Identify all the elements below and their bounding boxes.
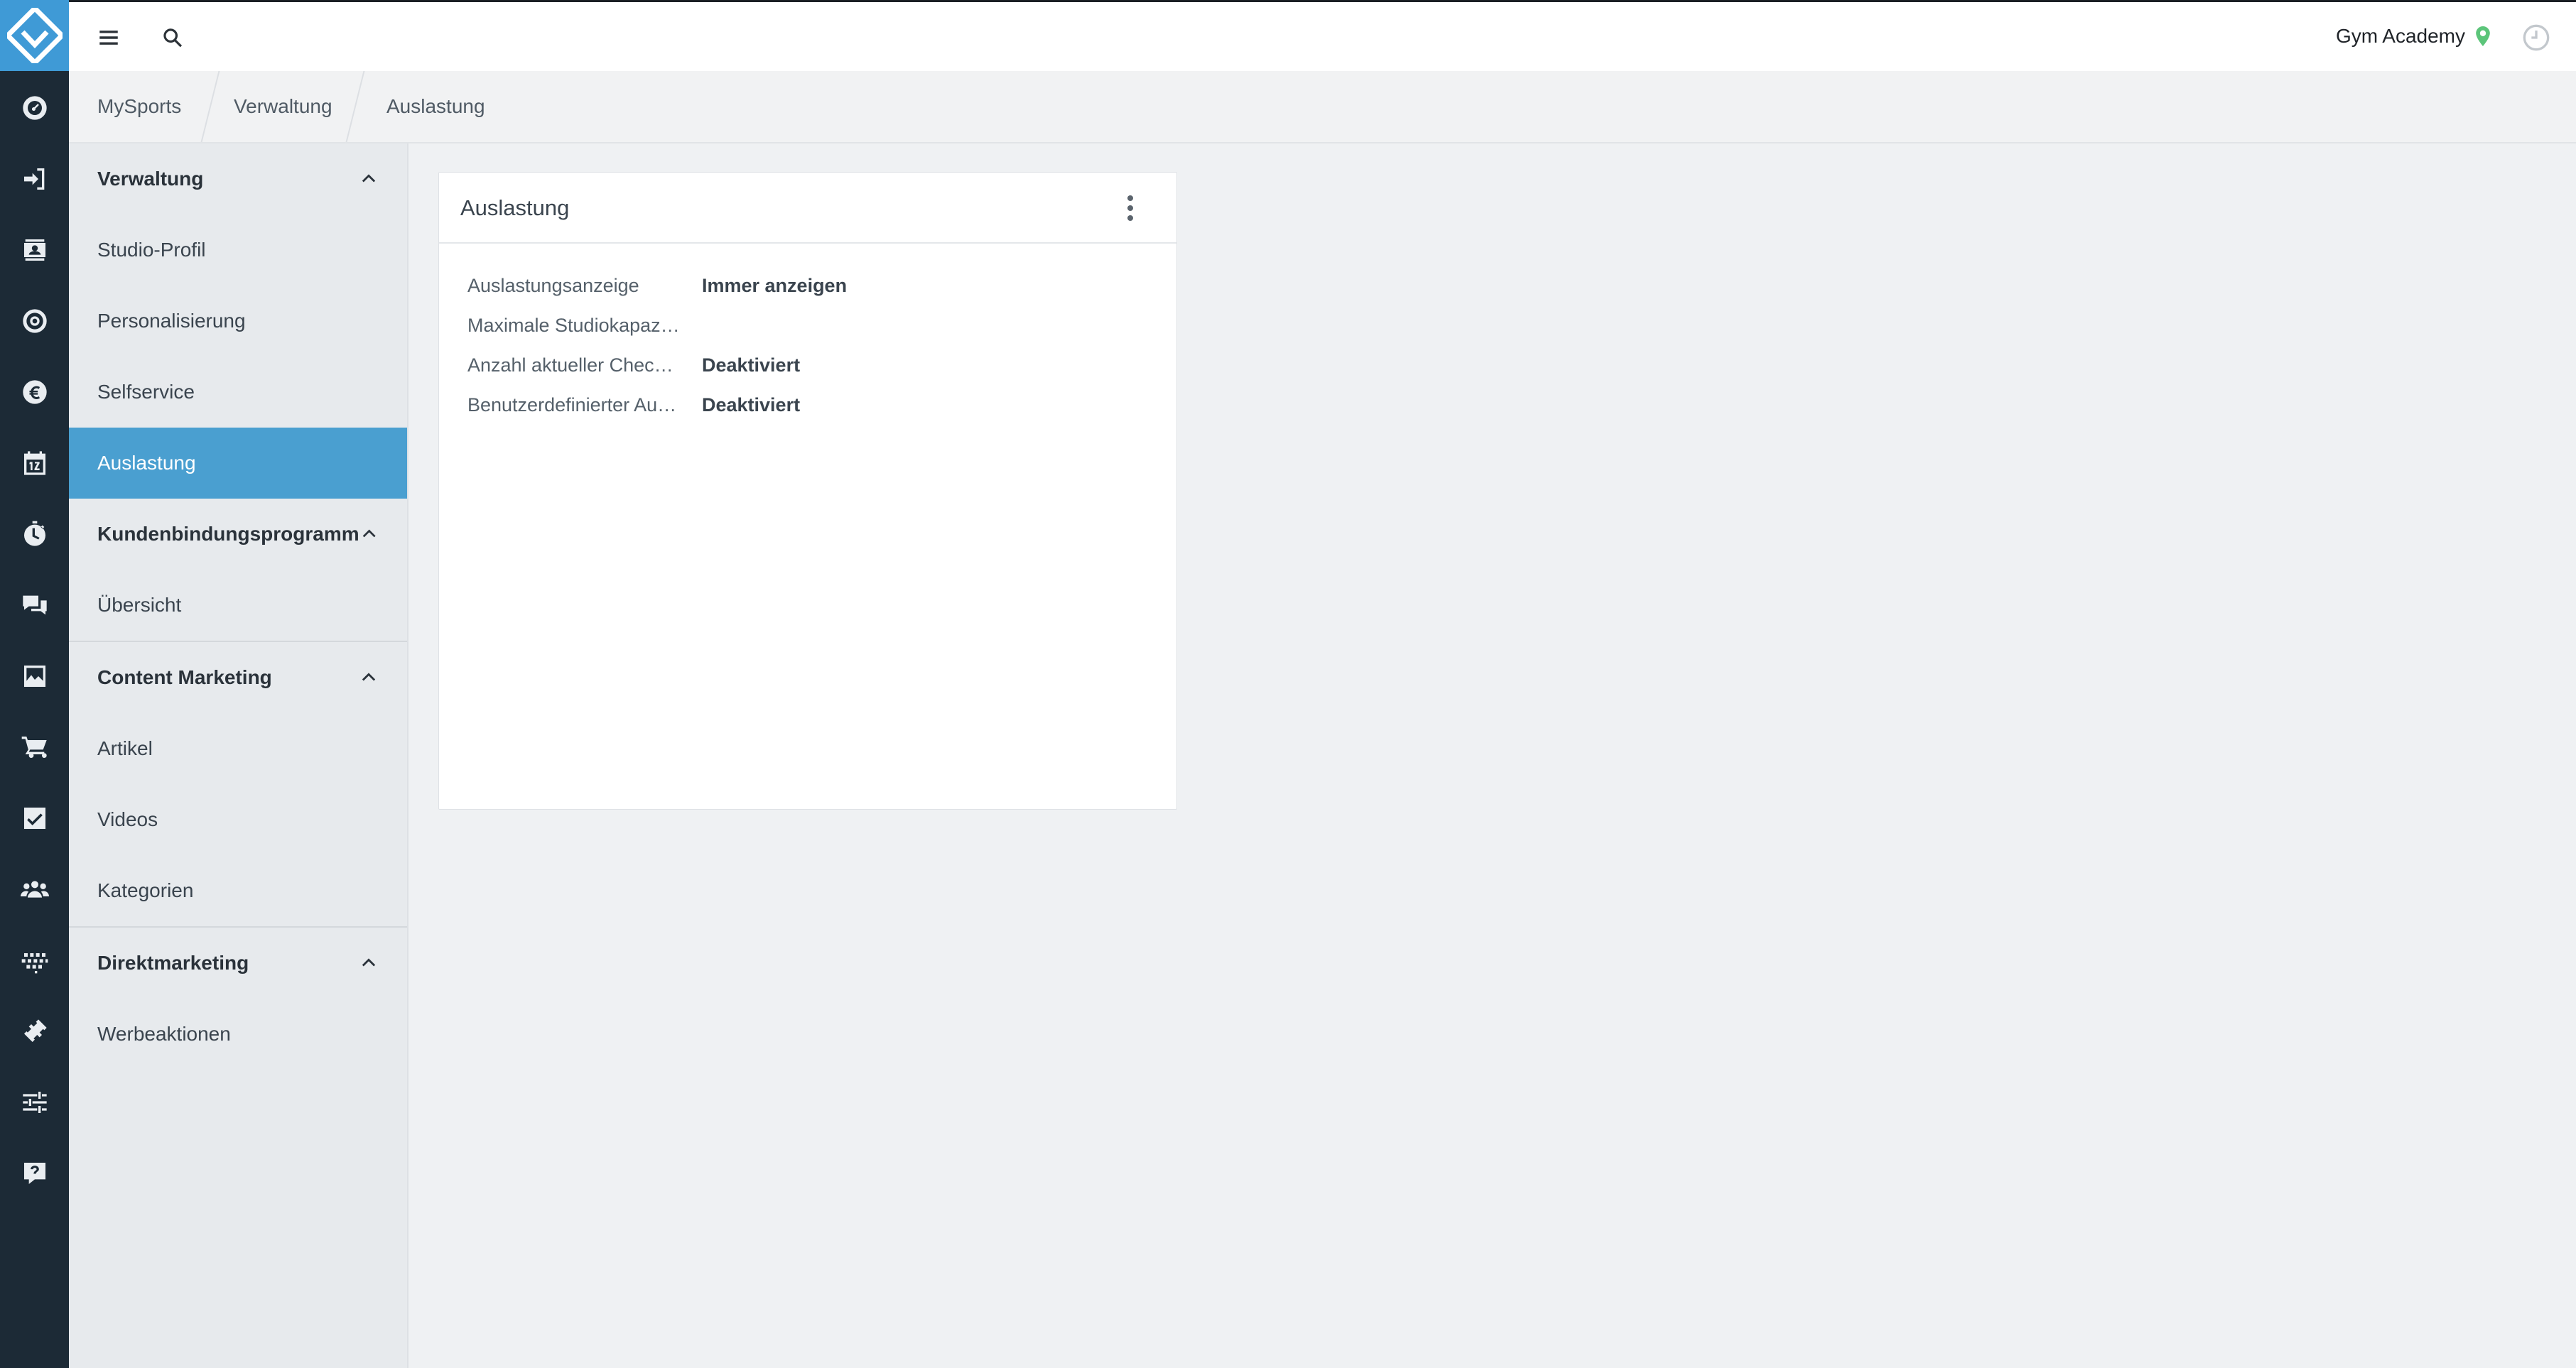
chat-icon[interactable]	[0, 570, 69, 641]
mysports-logo[interactable]	[0, 0, 69, 71]
group-icon[interactable]	[0, 854, 69, 925]
checkin-icon[interactable]	[0, 143, 69, 215]
sidebar-item-kategorien[interactable]: Kategorien	[69, 855, 407, 926]
section-header-content-marketing[interactable]: Content Marketing	[69, 642, 407, 713]
section-title: Kundenbindungsprogramm	[97, 523, 359, 545]
sidebar-item-uebersicht[interactable]: Übersicht	[69, 570, 407, 641]
section-header-verwaltung[interactable]: Verwaltung	[69, 143, 407, 215]
diamond-logo-icon	[6, 8, 63, 63]
euro-icon[interactable]	[0, 357, 69, 428]
top-bar: Gym Academy	[69, 0, 2576, 71]
hamburger-icon	[99, 31, 118, 45]
section-header-direktmarketing[interactable]: Direktmarketing	[69, 928, 407, 999]
search-icon	[163, 28, 183, 48]
more-vertical-icon	[1127, 195, 1133, 221]
setting-row: Benutzerdefinierter Au… Deaktiviert	[467, 394, 1149, 430]
calendar-icon[interactable]	[0, 428, 69, 499]
settings-icon[interactable]	[0, 286, 69, 357]
setting-row: Anzahl aktueller Check-… Deaktiviert	[467, 354, 1149, 390]
setting-label: Benutzerdefinierter Au…	[467, 394, 677, 416]
setting-value: Deaktiviert	[702, 394, 801, 416]
sidebar-item-artikel[interactable]: Artikel	[69, 713, 407, 784]
setting-label: Maximale Studiokapazi…	[467, 315, 681, 336]
cart-icon[interactable]	[0, 712, 69, 783]
sidebar-item-personalisierung[interactable]: Personalisierung	[69, 286, 407, 357]
sidebar-item-werbeaktionen[interactable]: Werbeaktionen	[69, 999, 407, 1070]
card-header: Auslastung	[439, 173, 1176, 244]
menu-button[interactable]	[87, 16, 130, 59]
timer-icon[interactable]	[0, 499, 69, 570]
sliders-icon[interactable]	[0, 1067, 69, 1138]
help-icon[interactable]	[0, 1138, 69, 1209]
studio-name: Gym Academy	[2335, 25, 2465, 47]
section-title: Direktmarketing	[97, 952, 249, 974]
breadcrumb: MySports Verwaltung Auslastung	[69, 71, 2576, 143]
breadcrumb-mysports[interactable]: MySports	[97, 95, 181, 118]
search-button[interactable]	[151, 16, 194, 59]
section-title: Verwaltung	[97, 168, 204, 190]
breadcrumb-verwaltung[interactable]: Verwaltung	[234, 95, 332, 118]
checkbox-icon[interactable]	[0, 783, 69, 854]
studio-selector[interactable]: Gym Academy	[2336, 25, 2491, 48]
section-title: Content Marketing	[97, 666, 272, 688]
chevron-up-icon	[362, 673, 376, 681]
chevron-up-icon	[362, 958, 376, 967]
clock-icon[interactable]	[2522, 23, 2550, 52]
chevron-up-icon	[362, 529, 376, 538]
section-header-kundenbindungsprogramm[interactable]: Kundenbindungsprogramm	[69, 499, 407, 570]
auslastung-card: Auslastung Auslastungsanzeige Immer anze…	[438, 172, 1177, 810]
image-icon[interactable]	[0, 641, 69, 712]
dashboard-icon[interactable]	[0, 72, 69, 143]
sidebar-item-auslastung[interactable]: Auslastung	[69, 428, 407, 499]
card-menu-button[interactable]	[1120, 192, 1141, 224]
icon-rail	[0, 0, 69, 1368]
setting-value: Deaktiviert	[702, 354, 801, 376]
chevron-up-icon	[362, 174, 376, 183]
setting-label: Anzahl aktueller Check-…	[467, 354, 681, 376]
setting-row: Maximale Studiokapazi…	[467, 315, 1149, 350]
setting-row: Auslastungsanzeige Immer anzeigen	[467, 275, 1149, 310]
map-pin-icon	[2476, 26, 2490, 46]
setting-label: Auslastungsanzeige	[467, 275, 639, 296]
breadcrumb-separator	[345, 71, 365, 142]
card-title: Auslastung	[460, 195, 570, 220]
setting-value: Immer anzeigen	[702, 275, 848, 296]
heart-rate-icon[interactable]	[0, 925, 69, 996]
settings-sidebar: Verwaltung Studio-Profil Personalisierun…	[69, 143, 408, 1368]
sidebar-item-videos[interactable]: Videos	[69, 784, 407, 855]
breadcrumb-separator	[200, 71, 220, 142]
contacts-icon[interactable]	[0, 215, 69, 286]
sidebar-item-selfservice[interactable]: Selfservice	[69, 357, 407, 428]
sidebar-item-studio-profil[interactable]: Studio-Profil	[69, 215, 407, 286]
fitness-icon[interactable]	[0, 996, 69, 1067]
breadcrumb-auslastung[interactable]: Auslastung	[386, 95, 485, 118]
